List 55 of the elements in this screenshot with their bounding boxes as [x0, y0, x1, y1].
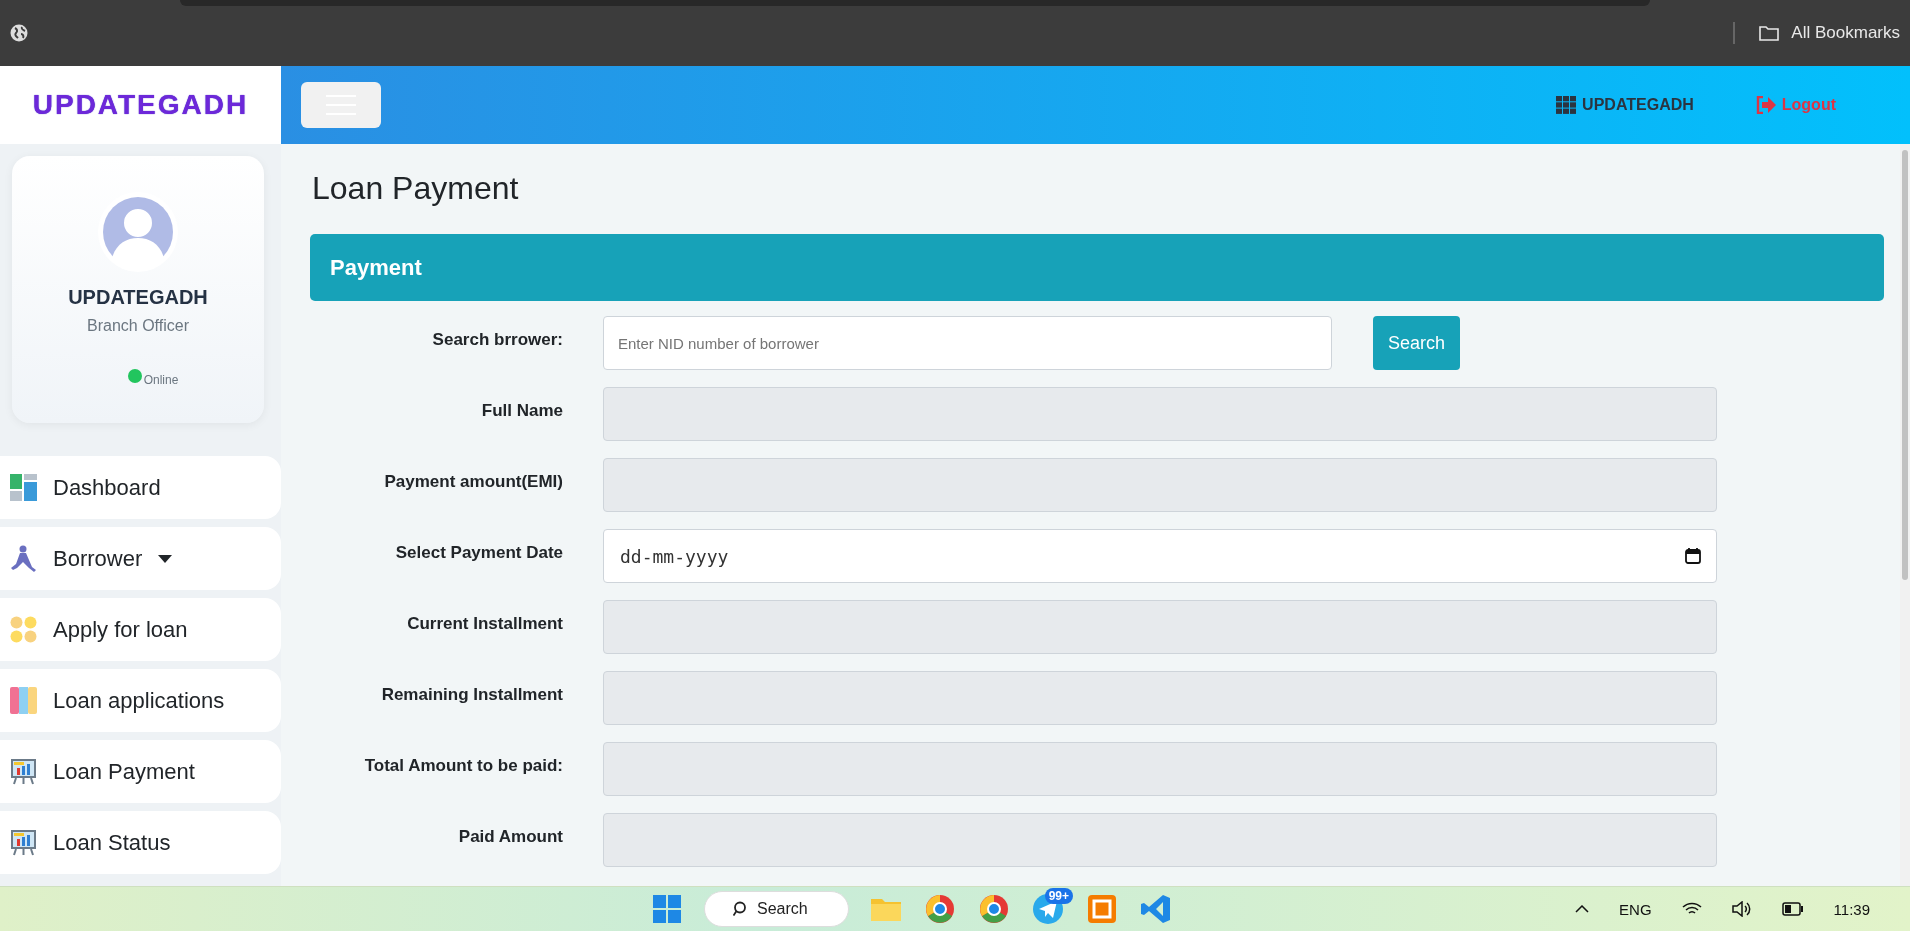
scrollbar[interactable]	[1900, 144, 1910, 886]
calendar-icon[interactable]	[1685, 548, 1701, 564]
browser-icon[interactable]	[923, 892, 957, 926]
speaker-icon[interactable]	[1731, 901, 1752, 917]
page-title: Loan Payment	[312, 170, 520, 207]
readonly-field[interactable]	[603, 387, 1717, 441]
notification-badge: 99+	[1044, 888, 1073, 904]
menu-toggle-button[interactable]	[301, 82, 381, 128]
field-label: Total Amount to be paid:	[363, 755, 563, 777]
profile-name: UPDATEGADH	[68, 286, 208, 309]
nid-search-field[interactable]: Enter NID number of borrower	[603, 316, 1332, 370]
field-label: Remaining Installment	[380, 684, 563, 706]
sign-out-icon	[1755, 96, 1776, 114]
readonly-field[interactable]	[603, 813, 1717, 867]
readonly-field[interactable]	[603, 458, 1717, 512]
language-indicator[interactable]: ENG	[1619, 900, 1652, 918]
folder-icon	[1759, 25, 1780, 41]
taskbar-search[interactable]: Search	[704, 891, 849, 927]
chart-board-icon	[10, 829, 37, 856]
date-field[interactable]: dd-mm-yyyy	[603, 529, 1717, 583]
sidebar-item[interactable]: Apply for loan	[0, 598, 281, 661]
field-label: Paid Amount	[457, 826, 563, 848]
grid-icon	[1556, 96, 1577, 114]
field-label: Payment amount(EMI)	[383, 471, 563, 493]
sidebar-item[interactable]: Borrower	[0, 527, 281, 590]
chevron-up-icon[interactable]	[1575, 905, 1590, 913]
readonly-field[interactable]	[603, 671, 1717, 725]
sidebar-item[interactable]: Loan Payment	[0, 740, 281, 803]
user-link[interactable]: UPDATEGADH	[1550, 95, 1700, 115]
battery-icon[interactable]	[1781, 902, 1804, 916]
browser-icon[interactable]	[977, 892, 1011, 926]
profile-role: Branch Officer	[87, 317, 189, 335]
sidebar-item[interactable]: Loan applications	[0, 669, 281, 732]
readonly-field[interactable]	[603, 600, 1717, 654]
globe-icon	[10, 24, 28, 42]
sidebar-item[interactable]: Loan Status	[0, 811, 281, 874]
tiles-icon	[10, 474, 37, 501]
field-label: Current Installment	[406, 613, 563, 635]
card-header: Payment	[310, 234, 1884, 301]
field-label: Full Name	[480, 400, 563, 422]
bookmarks-link[interactable]: All Bookmarks	[1791, 23, 1900, 43]
code-editor-icon[interactable]	[1139, 892, 1173, 926]
sidebar-item[interactable]: Dashboard	[0, 456, 281, 519]
status-text: Online	[143, 373, 179, 387]
chart-board-icon	[10, 758, 37, 785]
columns-icon	[10, 687, 37, 714]
field-label: Search brrower:	[431, 329, 563, 351]
readonly-field[interactable]	[603, 742, 1717, 796]
field-label: Select Payment Date	[394, 542, 563, 564]
windows-start-icon[interactable]	[650, 892, 684, 926]
clock-time[interactable]: 11:39	[1833, 900, 1870, 918]
person-icon	[10, 545, 37, 572]
search-icon	[733, 901, 749, 917]
circles-icon	[10, 616, 37, 643]
app-icon[interactable]	[1085, 892, 1119, 926]
